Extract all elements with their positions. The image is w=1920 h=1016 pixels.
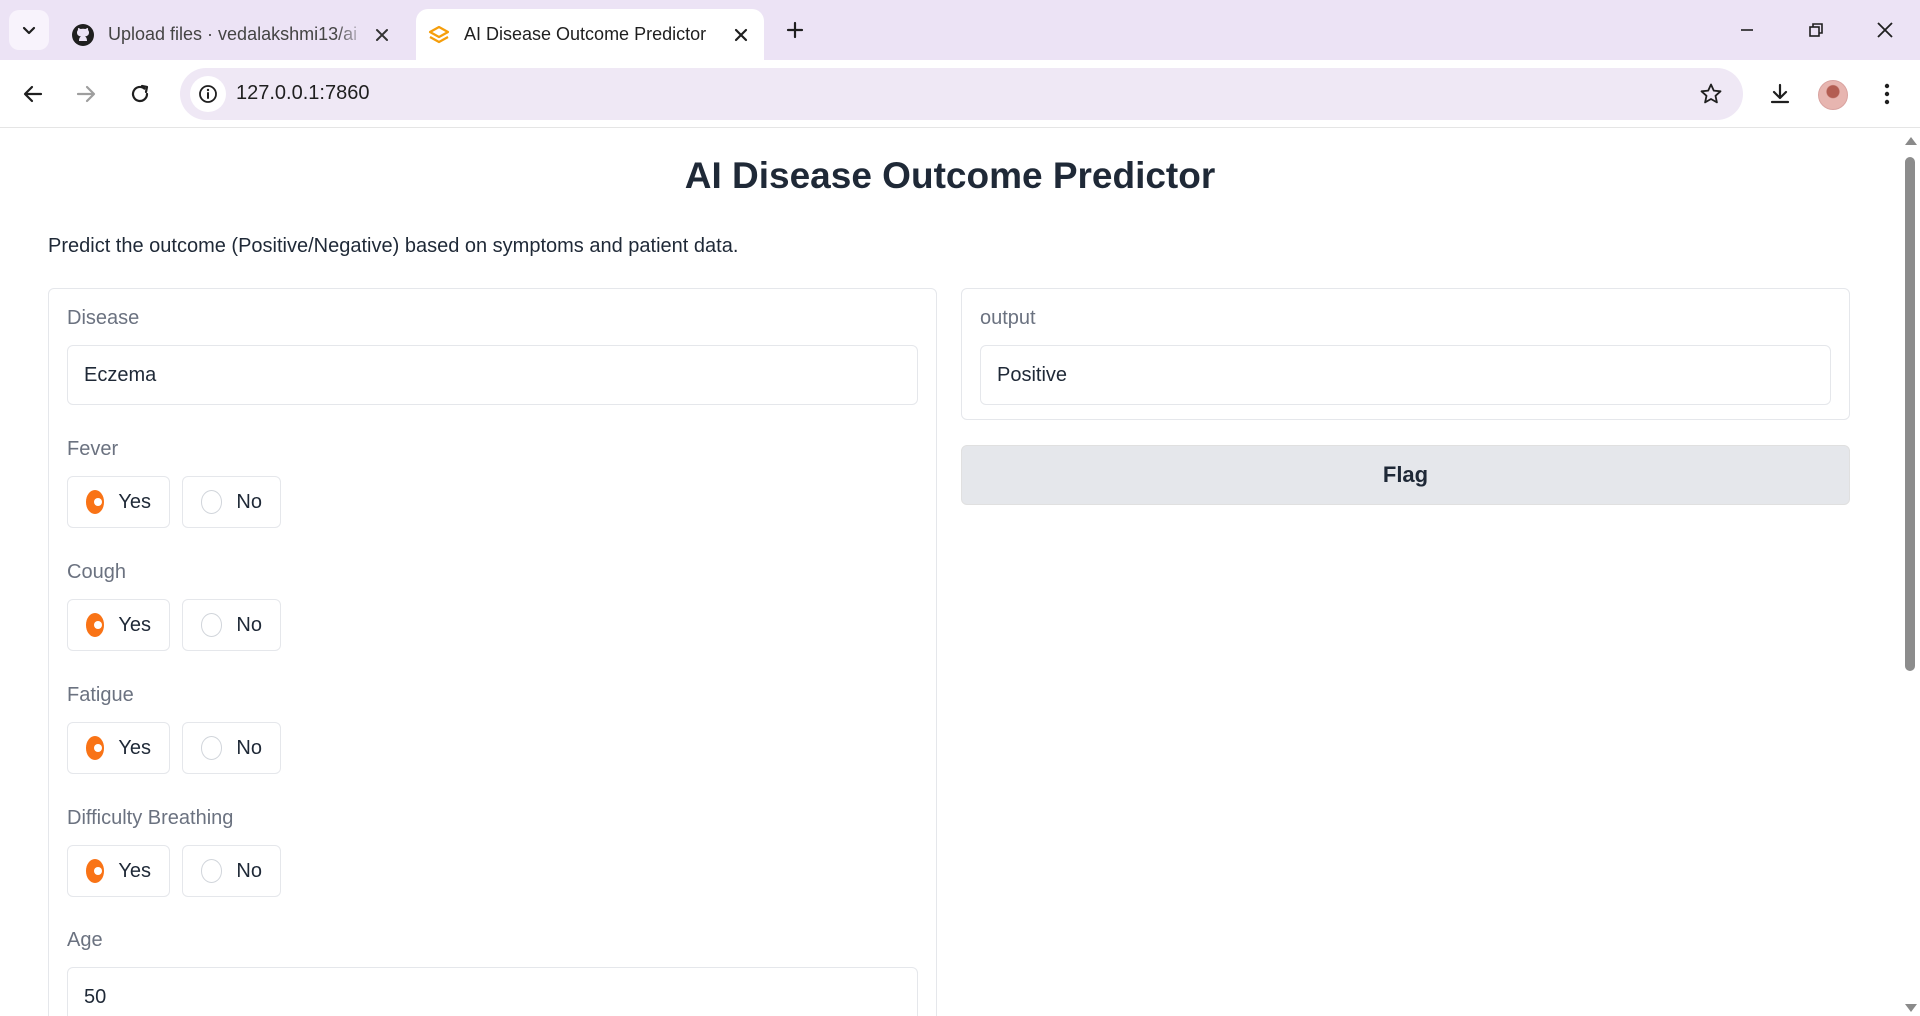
- more-vertical-icon: [1884, 83, 1890, 105]
- output-textbox[interactable]: Positive: [980, 345, 1831, 405]
- gradio-app: AI Disease Outcome Predictor Predict the…: [0, 129, 1900, 1016]
- radio-unchecked-icon: [201, 490, 223, 514]
- tab-ai-disease-predictor[interactable]: AI Disease Outcome Predictor: [416, 9, 764, 60]
- radio-unchecked-icon: [201, 859, 223, 883]
- difficulty-breathing-radio-group: Yes No: [67, 845, 281, 897]
- fever-yes-option[interactable]: Yes: [67, 476, 170, 528]
- forward-button[interactable]: [66, 74, 106, 114]
- radio-checked-icon: [86, 490, 105, 514]
- cough-radio-group: Yes No: [67, 599, 281, 651]
- arrow-right-icon: [76, 85, 96, 103]
- bookmark-star-icon[interactable]: [1697, 80, 1725, 108]
- restore-window-button[interactable]: [1793, 8, 1839, 52]
- profile-avatar[interactable]: [1818, 80, 1848, 110]
- cough-no-option[interactable]: No: [182, 599, 281, 651]
- fever-label: Fever: [67, 438, 119, 460]
- new-tab-button[interactable]: [775, 12, 815, 48]
- fatigue-label: Fatigue: [67, 684, 134, 706]
- fatigue-no-option[interactable]: No: [182, 722, 281, 774]
- arrow-left-icon: [23, 85, 43, 103]
- difficulty-breathing-label: Difficulty Breathing: [67, 807, 234, 829]
- page-title: AI Disease Outcome Predictor: [684, 155, 1216, 196]
- tab-github-upload[interactable]: Upload files · vedalakshmi13/ai: [60, 9, 405, 60]
- age-input[interactable]: 50: [67, 967, 918, 1016]
- fever-no-option[interactable]: No: [182, 476, 281, 528]
- restore-icon: [1809, 23, 1823, 37]
- radio-unchecked-icon: [201, 736, 223, 760]
- difficulty-breathing-no-option[interactable]: No: [182, 845, 281, 897]
- fatigue-radio-group: Yes No: [67, 722, 281, 774]
- difficulty-breathing-yes-option[interactable]: Yes: [67, 845, 170, 897]
- close-window-button[interactable]: [1862, 8, 1908, 52]
- plus-icon: [786, 21, 804, 39]
- page-description: Predict the outcome (Positive/Negative) …: [48, 235, 739, 257]
- radio-checked-icon: [86, 859, 105, 883]
- tab-search-button[interactable]: [9, 10, 49, 50]
- site-info-icon[interactable]: [190, 76, 226, 112]
- flag-button[interactable]: Flag: [961, 445, 1850, 505]
- disease-label: Disease: [67, 307, 140, 329]
- scrollbar-thumb[interactable]: [1905, 157, 1915, 671]
- browser-toolbar: 127.0.0.1:7860: [0, 60, 1920, 128]
- cough-yes-option[interactable]: Yes: [67, 599, 170, 651]
- browser-tab-strip: Upload files · vedalakshmi13/ai AI Disea…: [0, 0, 1920, 60]
- radio-checked-icon: [86, 613, 105, 637]
- gradio-logo-icon: [426, 22, 452, 48]
- scroll-down-arrow-icon[interactable]: [1905, 1004, 1917, 1012]
- fatigue-yes-option[interactable]: Yes: [67, 722, 170, 774]
- radio-unchecked-icon: [201, 613, 223, 637]
- downloads-button[interactable]: [1760, 74, 1800, 114]
- browser-menu-button[interactable]: [1867, 74, 1907, 114]
- output-panel: output Positive: [961, 288, 1850, 420]
- github-icon: [70, 22, 96, 48]
- close-icon: [1877, 22, 1893, 38]
- fever-radio-group: Yes No: [67, 476, 281, 528]
- age-label: Age: [67, 929, 103, 951]
- output-label: output: [980, 307, 1036, 329]
- download-icon: [1770, 83, 1790, 104]
- radio-checked-icon: [86, 736, 105, 760]
- minimize-icon: [1741, 29, 1753, 31]
- cough-label: Cough: [67, 561, 126, 583]
- tab-title: AI Disease Outcome Predictor: [464, 24, 707, 44]
- scroll-up-arrow-icon[interactable]: [1905, 137, 1917, 145]
- close-tab-icon[interactable]: [367, 20, 397, 50]
- inputs-panel: Disease Eczema Fever Yes No Cough Yes No…: [48, 288, 937, 1016]
- reload-icon: [131, 84, 149, 103]
- back-button[interactable]: [13, 74, 53, 114]
- page-scrollbar[interactable]: [1900, 129, 1920, 1016]
- minimize-window-button[interactable]: [1724, 8, 1770, 52]
- disease-input[interactable]: Eczema: [67, 345, 918, 405]
- address-bar[interactable]: 127.0.0.1:7860: [180, 68, 1743, 120]
- close-tab-icon[interactable]: [726, 20, 756, 50]
- tab-title: Upload files · vedalakshmi13/ai: [108, 24, 358, 44]
- chevron-down-icon: [22, 26, 36, 35]
- reload-button[interactable]: [120, 74, 160, 114]
- url-text[interactable]: 127.0.0.1:7860: [236, 82, 369, 105]
